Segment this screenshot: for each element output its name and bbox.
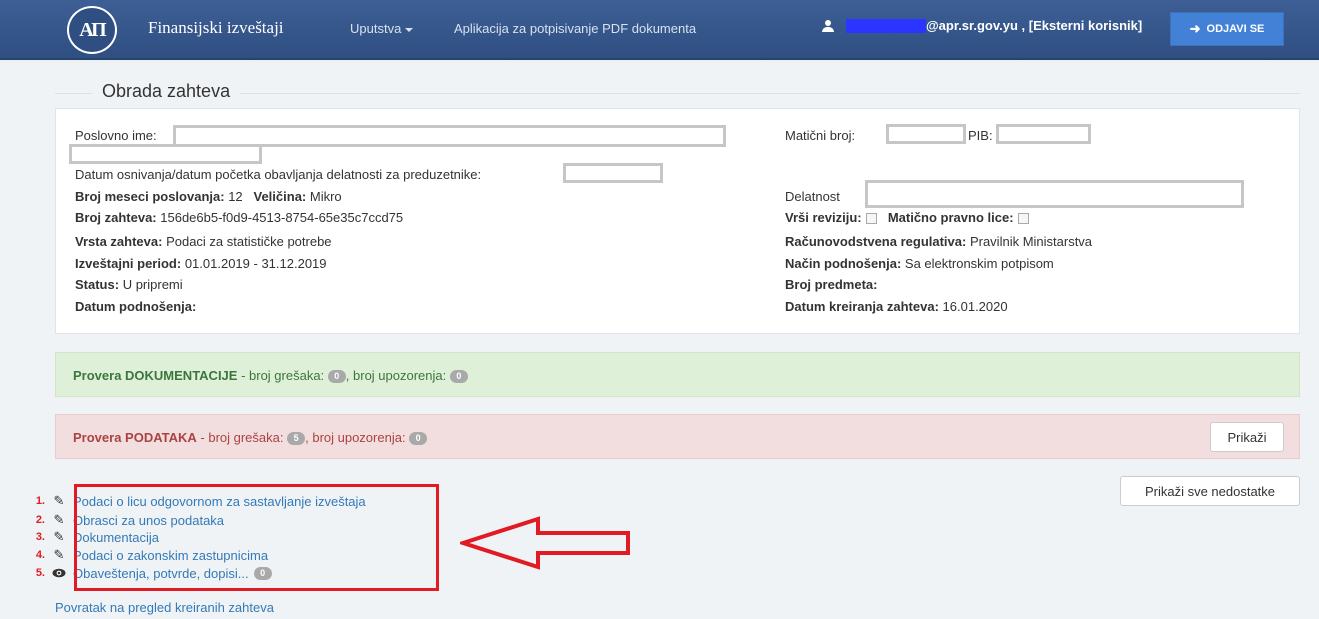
vrsta-zahteva-row: Vrsta zahteva: Podaci za statističke pot… xyxy=(75,234,332,249)
eye-icon xyxy=(51,568,67,578)
nav-pdf-signing-app[interactable]: Aplikacija za potpisivanje PDF dokumenta xyxy=(454,21,696,36)
nacin-podnosenja-row: Način podnošenja: Sa elektronskim potpis… xyxy=(785,256,1054,271)
data-check-alert: Provera PODATAKA - broj grešaka: 5, broj… xyxy=(55,414,1300,459)
redacted-delatnost xyxy=(865,180,1244,208)
request-details-panel: Poslovno ime: Datum osnivanja/datum poče… xyxy=(55,108,1300,334)
pencil-icon: ✎ xyxy=(53,493,65,508)
pencil-icon: ✎ xyxy=(53,529,65,544)
annotation-arrow-icon xyxy=(460,516,630,570)
annotation-highlight-box xyxy=(74,484,439,591)
izvestajni-period-row: Izveštajni period: 01.01.2019 - 31.12.20… xyxy=(75,256,327,271)
broj-meseci-row: Broj meseci poslovanja: 12 Veličina: Mik… xyxy=(75,189,342,204)
status-row: Status: U pripremi xyxy=(75,277,183,292)
user-icon xyxy=(822,19,834,32)
user-info: @apr.sr.gov.yu , [Eksterni korisnik] xyxy=(822,18,1142,33)
section-divider xyxy=(55,93,1300,94)
redacted-datum-osnivanja xyxy=(563,163,663,183)
pencil-icon: ✎ xyxy=(53,547,65,562)
redacted-poslovno-ime-2 xyxy=(69,144,262,164)
pib-label: PIB: xyxy=(968,128,993,143)
doc-errors-badge: 0 xyxy=(327,370,346,384)
top-navbar: АП Finansijski izveštaji Uputstva Aplika… xyxy=(0,0,1319,60)
delatnost-label: Delatnost xyxy=(785,189,840,204)
nav-uputstva-dropdown[interactable]: Uputstva xyxy=(350,21,414,36)
pencil-icon: ✎ xyxy=(53,512,65,527)
apr-logo[interactable]: АП xyxy=(67,6,117,54)
documentation-check-text: Provera DOKUMENTACIJE - broj grešaka: 0,… xyxy=(73,368,468,384)
brand-title[interactable]: Finansijski izveštaji xyxy=(148,18,284,38)
redacted-maticni-broj xyxy=(886,124,966,144)
data-warnings-badge: 0 xyxy=(409,432,428,446)
maticni-broj-label: Matični broj: xyxy=(785,128,856,143)
documentation-check-alert: Provera DOKUMENTACIJE - broj grešaka: 0,… xyxy=(55,352,1300,397)
doc-warnings-badge: 0 xyxy=(449,370,468,384)
datum-osnivanja-label: Datum osnivanja/datum početka obavljanja… xyxy=(75,167,482,182)
section-title: Obrada zahteva xyxy=(92,81,241,102)
datum-podnosenja-row: Datum podnošenja: xyxy=(75,299,197,314)
broj-zahteva-row: Broj zahteva: 156de6b5-f0d9-4513-8754-65… xyxy=(75,210,404,225)
sign-out-icon: ➜ xyxy=(1189,21,1201,36)
back-to-requests-link[interactable]: Povratak na pregled kreiranih zahteva xyxy=(55,600,274,615)
redacted-username xyxy=(846,18,926,33)
datum-kreiranja-row: Datum kreiranja zahteva: 16.01.2020 xyxy=(785,299,1008,314)
broj-predmeta-row: Broj predmeta: xyxy=(785,277,878,292)
regulativa-row: Računovodstvena regulativa: Pravilnik Mi… xyxy=(785,234,1093,249)
data-check-text: Provera PODATAKA - broj grešaka: 5, broj… xyxy=(73,430,428,446)
redacted-pib xyxy=(996,124,1091,144)
poslovno-ime-label: Poslovno ime: xyxy=(75,128,157,143)
caret-down-icon xyxy=(405,27,414,32)
revizija-row: Vrši reviziju: Matično pravno lice: xyxy=(785,210,1033,225)
revizija-checkbox[interactable] xyxy=(865,213,877,225)
show-data-errors-button[interactable]: Prikaži xyxy=(1210,422,1284,452)
maticno-lice-checkbox[interactable] xyxy=(1017,213,1029,225)
logout-button[interactable]: ➜ ODJAVI SE xyxy=(1170,12,1284,46)
show-all-deficiencies-button[interactable]: Prikaži sve nedostatke xyxy=(1120,476,1300,506)
data-errors-badge: 5 xyxy=(287,432,306,446)
